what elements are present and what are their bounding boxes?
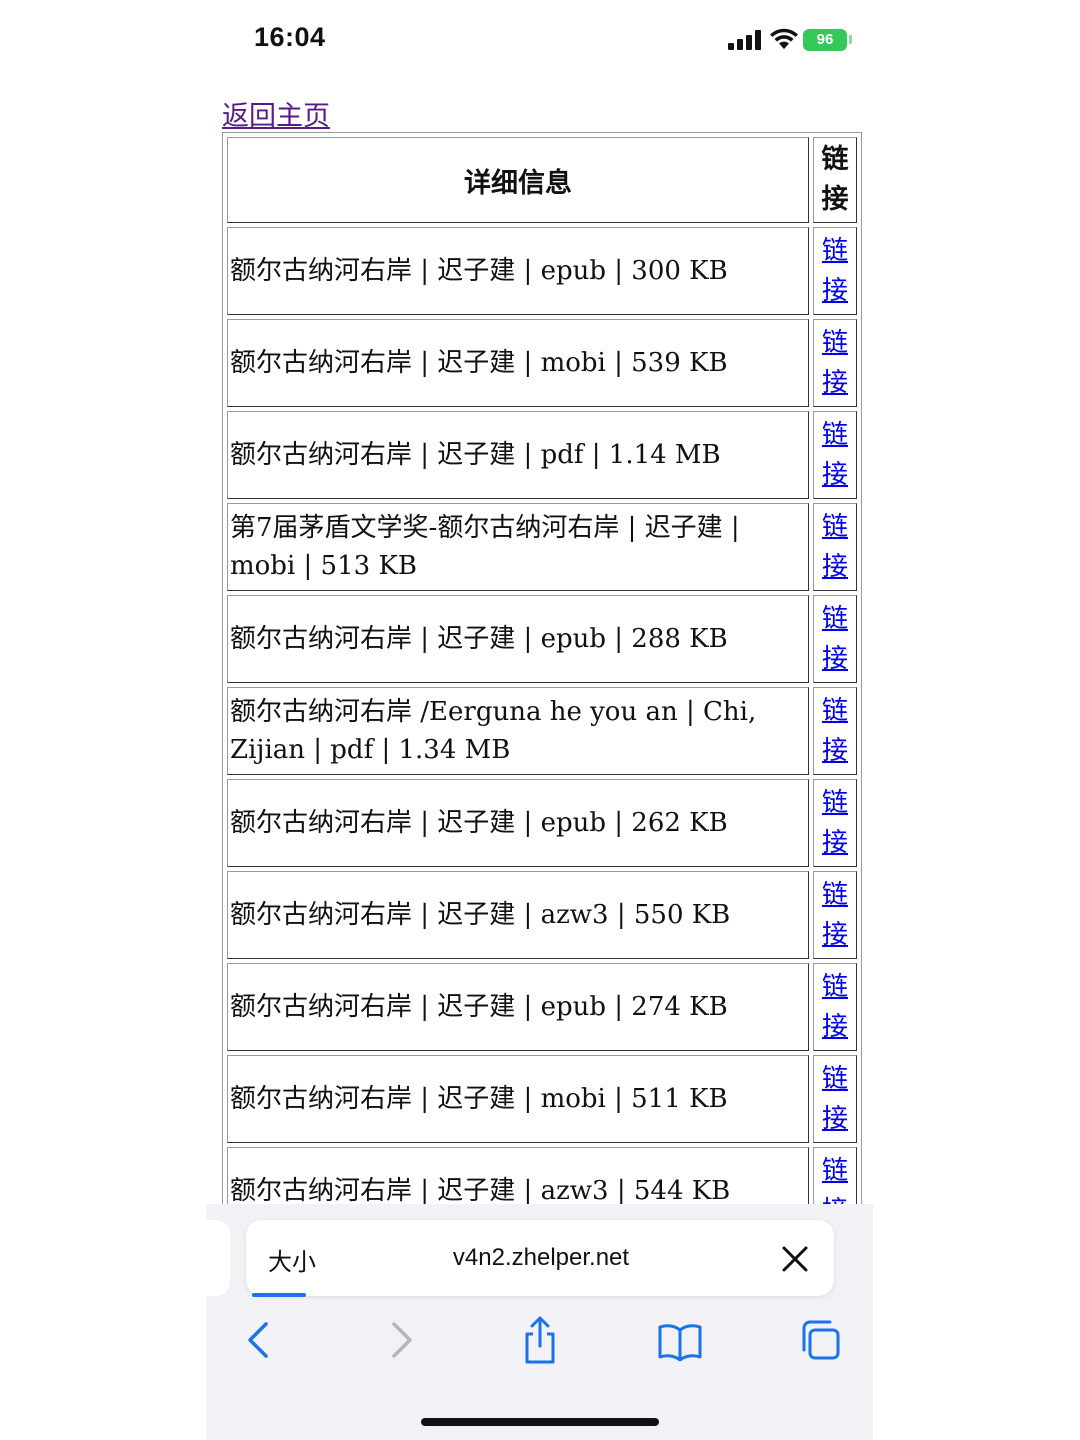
book-info-cell: 额尔古纳河右岸 | 迟子建 | azw3 | 550 KB [227,871,809,959]
cellular-signal-icon [728,30,762,50]
status-bar: 16:04 96 [206,0,873,80]
download-link[interactable]: 链接 [822,972,848,1042]
book-info-cell: 额尔古纳河右岸 | 迟子建 | pdf | 1.14 MB [227,411,809,499]
book-info-cell: 额尔古纳河右岸 /Eerguna he you an | Chi, Zijian… [227,687,809,775]
phone-screen: 16:04 96 返回主页 详细信息 链接 额尔古纳河右岸 | 迟子建 | ep… [206,0,873,1440]
link-cell: 链接 [813,963,857,1051]
share-icon[interactable] [516,1314,564,1366]
book-info-cell: 第7届茅盾文学奖-额尔古纳河右岸 | 迟子建 | mobi | 513 KB [227,503,809,591]
download-link[interactable]: 链接 [822,696,848,766]
download-link[interactable]: 链接 [822,420,848,490]
book-info-cell: 额尔古纳河右岸 | 迟子建 | epub | 274 KB [227,963,809,1051]
link-cell: 链接 [813,227,857,315]
link-cell: 链接 [813,687,857,775]
address-bar[interactable]: 大小 v4n2.zhelper.net [246,1220,834,1296]
link-cell: 链接 [813,503,857,591]
download-link[interactable]: 链接 [822,604,848,674]
link-cell: 链接 [813,411,857,499]
book-info-cell: 额尔古纳河右岸 | 迟子建 | epub | 288 KB [227,595,809,683]
link-cell: 链接 [813,871,857,959]
book-icon[interactable] [656,1314,704,1366]
book-info-cell: 额尔古纳河右岸 | 迟子建 | epub | 262 KB [227,779,809,867]
table-row: 额尔古纳河右岸 | 迟子建 | pdf | 1.14 MB 链接 [227,411,857,499]
close-icon[interactable] [780,1244,810,1274]
table-row: 额尔古纳河右岸 | 迟子建 | mobi | 511 KB 链接 [227,1055,857,1143]
download-link[interactable]: 链接 [822,788,848,858]
download-link[interactable]: 链接 [822,880,848,950]
download-link[interactable]: 链接 [822,512,848,582]
status-time: 16:04 [254,22,326,52]
table-row: 额尔古纳河右岸 | 迟子建 | mobi | 539 KB 链接 [227,319,857,407]
back-to-home-link[interactable]: 返回主页 [222,94,330,133]
book-info-cell: 额尔古纳河右岸 | 迟子建 | epub | 300 KB [227,227,809,315]
text-size-button[interactable]: 大小 [268,1242,316,1277]
results-table-container: 详细信息 链接 额尔古纳河右岸 | 迟子建 | epub | 300 KB 链接… [222,132,862,1213]
results-table: 详细信息 链接 额尔古纳河右岸 | 迟子建 | epub | 300 KB 链接… [223,133,861,1213]
download-link[interactable]: 链接 [822,328,848,398]
battery-cap-icon [849,35,852,44]
book-info-cell: 额尔古纳河右岸 | 迟子建 | mobi | 539 KB [227,319,809,407]
tabs-icon[interactable] [796,1314,844,1366]
wifi-icon [770,28,798,49]
table-row: 额尔古纳河右岸 | 迟子建 | epub | 300 KB 链接 [227,227,857,315]
download-link[interactable]: 链接 [822,1064,848,1134]
table-row: 额尔古纳河右岸 | 迟子建 | azw3 | 550 KB 链接 [227,871,857,959]
table-row: 额尔古纳河右岸 | 迟子建 | epub | 262 KB 链接 [227,779,857,867]
browser-chrome: 大小 v4n2.zhelper.net [206,1204,873,1440]
book-info-cell: 额尔古纳河右岸 | 迟子建 | mobi | 511 KB [227,1055,809,1143]
home-indicator [421,1418,659,1426]
link-cell: 链接 [813,319,857,407]
chevron-left-icon[interactable] [234,1314,282,1366]
column-header-link: 链接 [813,137,857,223]
page-load-progress [252,1293,306,1297]
link-cell: 链接 [813,595,857,683]
table-row: 额尔古纳河右岸 | 迟子建 | epub | 274 KB 链接 [227,963,857,1051]
url-field[interactable]: v4n2.zhelper.net [396,1244,686,1272]
table-row: 额尔古纳河右岸 | 迟子建 | epub | 288 KB 链接 [227,595,857,683]
battery-indicator: 96 [803,29,847,51]
column-header-info: 详细信息 [227,137,809,223]
link-cell: 链接 [813,779,857,867]
table-row: 第7届茅盾文学奖-额尔古纳河右岸 | 迟子建 | mobi | 513 KB 链… [227,503,857,591]
table-row: 额尔古纳河右岸 /Eerguna he you an | Chi, Zijian… [227,687,857,775]
link-cell: 链接 [813,1055,857,1143]
chevron-right-icon[interactable] [378,1314,426,1366]
download-link[interactable]: 链接 [822,236,848,306]
previous-tab-peek[interactable] [206,1220,230,1296]
table-header-row: 详细信息 链接 [227,137,857,223]
